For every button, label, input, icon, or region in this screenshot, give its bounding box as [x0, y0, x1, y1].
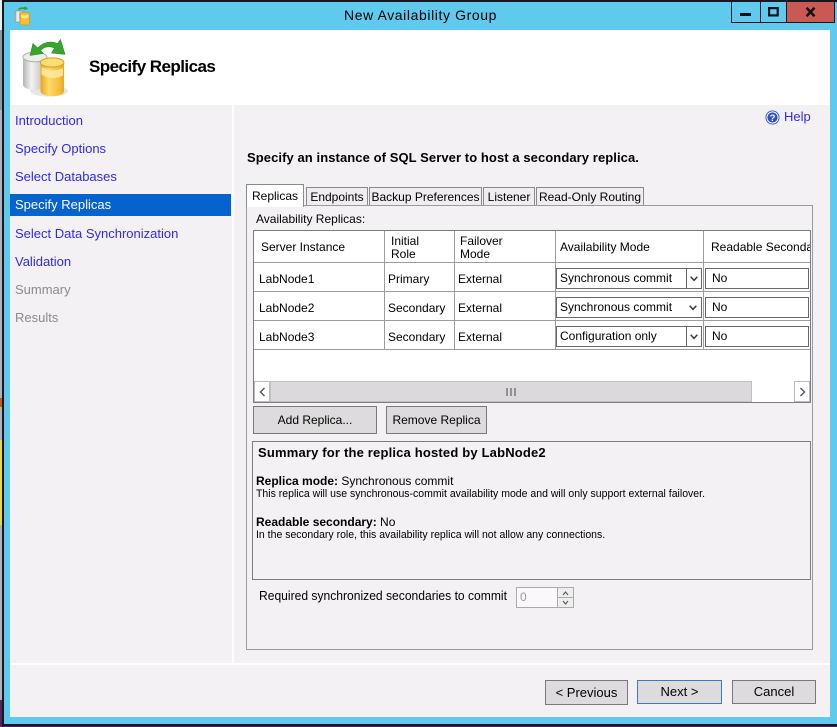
svg-text:?: ? [770, 113, 776, 124]
